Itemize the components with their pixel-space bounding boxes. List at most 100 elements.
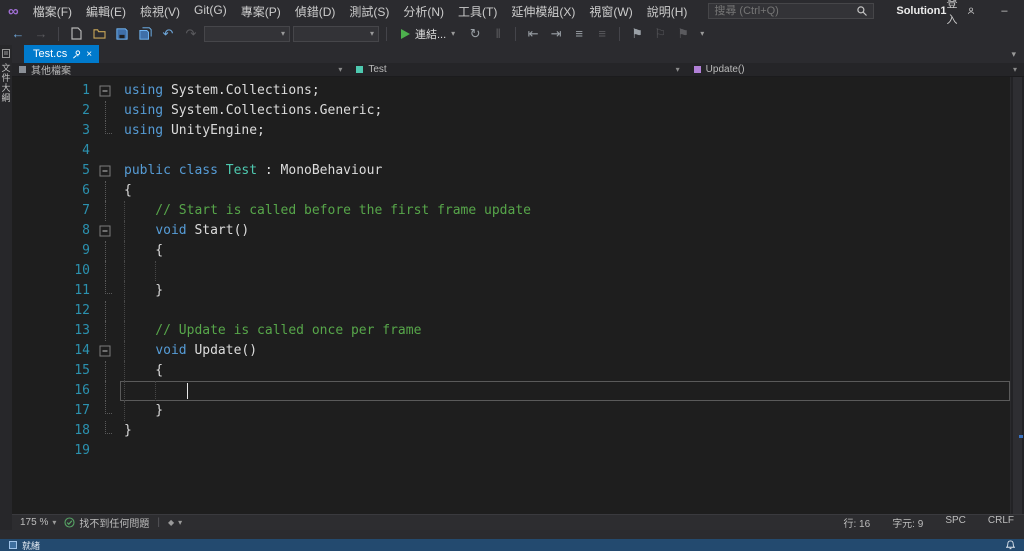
uncomment-selection-icon[interactable]: ≡ [592, 24, 612, 43]
current-code-text[interactable] [120, 381, 1010, 401]
menu-item-7[interactable]: 分析(N) [396, 3, 451, 20]
code-text[interactable]: { [120, 361, 1010, 381]
quick-launch-search[interactable] [708, 3, 875, 19]
indent-increase-icon[interactable]: ⇥ [546, 24, 566, 43]
notifications-bell-icon[interactable] [1006, 540, 1015, 550]
menu-item-4[interactable]: 專案(P) [234, 3, 288, 20]
health-filter[interactable]: ◆ ▾ [168, 518, 182, 527]
line-number[interactable]: 11 [12, 281, 90, 301]
line-number[interactable]: 16 [12, 381, 90, 401]
menu-item-0[interactable]: 檔案(F) [26, 3, 79, 20]
code-editor[interactable]: 1 using System.Collections; 2 using System.… [12, 77, 1024, 514]
line-number[interactable]: 15 [12, 361, 90, 381]
break-all-icon[interactable]: ‖ [488, 24, 508, 43]
menu-item-8[interactable]: 工具(T) [451, 3, 504, 20]
code-text[interactable]: // Update is called once per frame [120, 321, 1010, 341]
user-avatar-icon[interactable] [967, 5, 975, 17]
active-files-dropdown-icon[interactable]: ▾ [1011, 49, 1016, 60]
code-text[interactable]: } [120, 401, 1010, 421]
spaces-indicator[interactable]: SPC [945, 515, 966, 530]
document-outline-label[interactable]: 文件大綱 [0, 63, 13, 103]
menu-item-11[interactable]: 說明(H) [640, 3, 695, 20]
menu-item-1[interactable]: 編輯(E) [79, 3, 133, 20]
line-number[interactable]: 6 [12, 181, 90, 201]
line-number[interactable]: 14 [12, 341, 90, 361]
code-text[interactable]: using System.Collections; [120, 81, 1010, 101]
zoom-control[interactable]: 175 % ▾ [20, 517, 56, 528]
document-health-indicator[interactable]: 找不到任何問題 [64, 515, 149, 530]
menu-item-9[interactable]: 延伸模組(X) [504, 3, 582, 20]
line-number[interactable]: 9 [12, 241, 90, 261]
indent-decrease-icon[interactable]: ⇤ [523, 24, 543, 43]
new-file-icon[interactable] [66, 24, 86, 43]
code-text[interactable]: // Start is called before the first fram… [120, 201, 1010, 221]
fold-collapse-icon[interactable] [90, 341, 120, 361]
eol-indicator[interactable]: CRLF [988, 515, 1014, 530]
toolbar-overflow-icon[interactable]: ▾ [700, 29, 704, 38]
line-number[interactable]: 17 [12, 401, 90, 421]
line-number[interactable]: 19 [12, 441, 90, 461]
line-indicator[interactable]: 行: 16 [844, 515, 871, 530]
search-input[interactable] [714, 5, 857, 17]
hot-reload-icon[interactable]: ↻ [465, 24, 485, 43]
bookmark-toggle-icon[interactable]: ⚑ [627, 24, 647, 43]
type-dropdown[interactable]: Test ▾ [349, 64, 686, 75]
fold-collapse-icon[interactable] [90, 161, 120, 181]
line-number[interactable]: 5 [12, 161, 90, 181]
pin-icon[interactable] [72, 49, 81, 59]
signin-area[interactable]: 登入 [946, 0, 975, 27]
fold-collapse-icon[interactable] [90, 81, 120, 101]
line-number[interactable]: 4 [12, 141, 90, 161]
menu-item-2[interactable]: 檢視(V) [133, 3, 187, 20]
tab-close-icon[interactable]: × [86, 49, 92, 60]
code-text[interactable]: { [120, 181, 1010, 201]
code-text[interactable]: using System.Collections.Generic; [120, 101, 1010, 121]
platform-dropdown[interactable]: ▾ [293, 25, 379, 42]
document-outline-strip[interactable]: 文件大綱 [0, 45, 12, 530]
menu-item-10[interactable]: 視窗(W) [582, 3, 639, 20]
code-text[interactable]: void Update() [120, 341, 1010, 361]
configuration-dropdown[interactable]: ▾ [204, 25, 290, 42]
member-dropdown[interactable]: Update() ▾ [687, 64, 1024, 75]
line-number[interactable]: 8 [12, 221, 90, 241]
code-text[interactable] [120, 441, 1010, 461]
line-number[interactable]: 18 [12, 421, 90, 441]
code-text[interactable]: { [120, 241, 1010, 261]
tab-testcs[interactable]: Test.cs × [24, 45, 100, 63]
menu-item-3[interactable]: Git(G) [187, 3, 234, 20]
code-text[interactable] [120, 141, 1010, 161]
minimize-button[interactable]: – [989, 0, 1019, 22]
line-number[interactable]: 13 [12, 321, 90, 341]
bookmark-previous-icon[interactable]: ⚐ [650, 24, 670, 43]
menu-item-6[interactable]: 測試(S) [342, 3, 396, 20]
line-number[interactable]: 3 [12, 121, 90, 141]
project-dropdown[interactable]: 其他檔案 ▾ [12, 62, 349, 77]
comment-selection-icon[interactable]: ≡ [569, 24, 589, 43]
line-number[interactable]: 1 [12, 81, 90, 101]
open-file-icon[interactable] [89, 24, 109, 43]
redo-icon[interactable]: ↷ [181, 24, 201, 43]
fold-collapse-icon[interactable] [90, 221, 120, 241]
vertical-scrollbar[interactable] [1010, 77, 1024, 514]
line-number[interactable]: 2 [12, 101, 90, 121]
code-text[interactable]: } [120, 281, 1010, 301]
scrollbar-thumb[interactable] [1013, 77, 1022, 514]
code-text[interactable]: using UnityEngine; [120, 121, 1010, 141]
save-all-icon[interactable] [135, 24, 155, 43]
navigate-backward-icon[interactable]: ← [8, 24, 28, 43]
menu-item-5[interactable]: 偵錯(D) [288, 3, 343, 20]
line-number[interactable]: 7 [12, 201, 90, 221]
code-text[interactable] [120, 261, 1010, 281]
navigate-forward-icon[interactable]: → [31, 24, 51, 43]
code-text[interactable]: void Start() [120, 221, 1010, 241]
maximize-button[interactable]: □ [1019, 0, 1024, 22]
save-icon[interactable] [112, 24, 132, 43]
line-number[interactable]: 12 [12, 301, 90, 321]
code-text[interactable]: } [120, 421, 1010, 441]
bookmark-next-icon[interactable]: ⚑ [673, 24, 693, 43]
code-text[interactable]: public class Test : MonoBehaviour [120, 161, 1010, 181]
line-number[interactable]: 10 [12, 261, 90, 281]
signin-label[interactable]: 登入 [946, 0, 961, 27]
background-tasks-icon[interactable] [9, 541, 17, 549]
code-text[interactable] [120, 301, 1010, 321]
